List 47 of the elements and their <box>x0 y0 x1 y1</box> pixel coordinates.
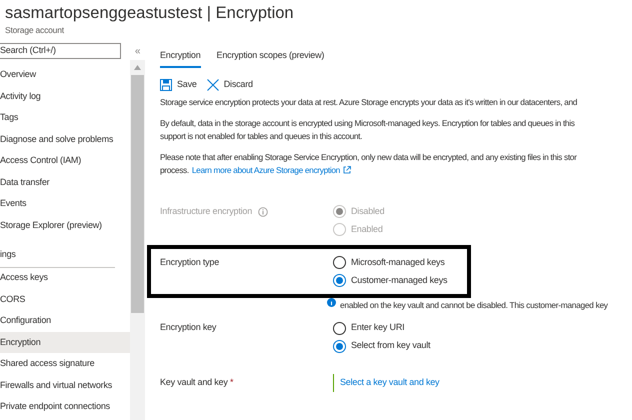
field-label: Infrastructure encryption <box>160 204 252 218</box>
paragraph-line: Storage service encryption protects your data at rest. Azure Storage encrypts your data as it's written in our datacenters, and <box>160 96 578 108</box>
section-heading: ings <box>0 248 17 261</box>
page-subtitle: Storage account <box>5 25 65 35</box>
info-note: enabled on the key vault and cannot be disabled. This customer-managed key <box>340 299 608 312</box>
sidebar-item[interactable]: Tags <box>0 107 130 128</box>
sidebar-item[interactable]: Access Control (IAM) <box>0 150 130 172</box>
sidebar-item[interactable]: Diagnose and solve problems <box>0 128 130 150</box>
sidebar-item[interactable]: CORS <box>0 288 130 310</box>
scroll-up-icon[interactable] <box>134 65 141 70</box>
search-field[interactable]: Search (Ctrl+/) <box>0 43 121 59</box>
radio-option[interactable]: Enter key URI <box>333 320 430 337</box>
field-label: Encryption type <box>160 256 220 269</box>
required-mark: * <box>230 376 234 387</box>
paragraph-line: process. <box>160 164 189 176</box>
sidebar-item[interactable]: Data transfer <box>0 172 130 193</box>
sidebar-item[interactable]: Firewalls and virtual networks <box>0 374 130 396</box>
sidebar-item[interactable]: Overview <box>0 64 130 86</box>
field-label: Key vault and key <box>160 376 228 387</box>
close-icon <box>206 78 219 90</box>
tab[interactable]: Encryption <box>160 49 201 68</box>
discard-button[interactable]: Discard <box>206 78 253 92</box>
radio-option[interactable]: Microsoft-managed keys <box>333 254 448 271</box>
sidebar-item[interactable]: Shared access signature <box>0 353 130 374</box>
sidebar-item[interactable]: Encryption <box>0 332 130 353</box>
paragraph-line: support is not enabled for tables and queues in this account. <box>160 130 364 142</box>
save-icon <box>160 78 172 90</box>
collapse-button[interactable]: « <box>130 42 145 60</box>
sidebar-item[interactable]: Activity log <box>0 86 130 107</box>
tab[interactable]: Encryption scopes (preview) <box>216 49 324 68</box>
sidebar-item[interactable]: Configuration <box>0 310 130 332</box>
sidebar-item[interactable]: Access keys <box>0 267 130 288</box>
external-link-icon <box>343 166 351 174</box>
radio-option[interactable]: Select from key vault <box>333 338 430 355</box>
paragraph-line: By default, data in the storage account is encrypted using Microsoft-managed keys. Encryption for tables and queues in this <box>160 117 576 130</box>
radio-option[interactable]: Customer-managed keys <box>333 272 448 289</box>
key-vault-link[interactable]: Select a key vault and key <box>340 376 440 390</box>
save-button[interactable]: Save <box>160 78 197 92</box>
scrollbar[interactable] <box>130 60 145 420</box>
learn-more-link[interactable]: Learn more about Azure Storage encryption <box>192 164 340 176</box>
sidebar-item[interactable]: Private endpoint connections <box>0 396 130 418</box>
page-title: sasmartopsenggeastustest | Encryption <box>5 3 295 24</box>
sidebar-item[interactable]: Events <box>0 193 130 214</box>
paragraph-line: Please note that after enabling Storage Service Encryption, only new data will be encrypted, and any existing files in this stor <box>160 151 578 164</box>
field-label: Encryption key <box>160 321 216 334</box>
sidebar-item[interactable]: Storage Explorer (preview) <box>0 214 130 236</box>
scrollbar-thumb[interactable] <box>131 75 144 313</box>
